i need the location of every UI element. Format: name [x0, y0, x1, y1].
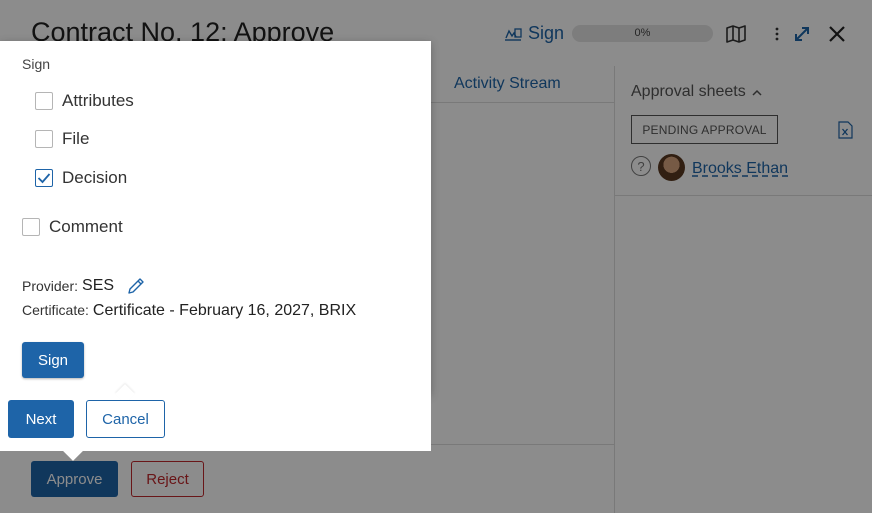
decision-label: Decision — [62, 168, 128, 187]
sign-popup: Sign Attributes File Decision Comment Pr… — [0, 41, 431, 394]
popup-caption: Sign — [22, 56, 51, 72]
attributes-option[interactable]: Attributes — [35, 91, 134, 111]
file-label: File — [62, 129, 90, 148]
certificate-line: Certificate: Certificate - February 16, … — [22, 302, 356, 320]
decision-checkbox[interactable] — [35, 169, 53, 187]
provider-label: Provider: — [22, 278, 79, 294]
check-icon — [37, 173, 51, 184]
provider-line: Provider: SES — [22, 276, 146, 296]
certificate-label: Certificate: — [22, 302, 89, 318]
cancel-button[interactable]: Cancel — [86, 400, 165, 438]
next-button[interactable]: Next — [8, 400, 74, 438]
pencil-icon[interactable] — [126, 276, 146, 296]
sign-button[interactable]: Sign — [22, 342, 84, 378]
certificate-value: Certificate - February 16, 2027, BRIX — [92, 302, 357, 319]
provider-value: SES — [82, 277, 115, 294]
comment-label: Comment — [49, 217, 123, 236]
file-checkbox[interactable] — [35, 130, 53, 148]
comment-checkbox[interactable] — [22, 218, 40, 236]
file-option[interactable]: File — [35, 129, 89, 149]
attributes-label: Attributes — [62, 91, 134, 110]
comment-option[interactable]: Comment — [22, 217, 123, 237]
attributes-checkbox[interactable] — [35, 92, 53, 110]
decision-option[interactable]: Decision — [35, 168, 127, 188]
